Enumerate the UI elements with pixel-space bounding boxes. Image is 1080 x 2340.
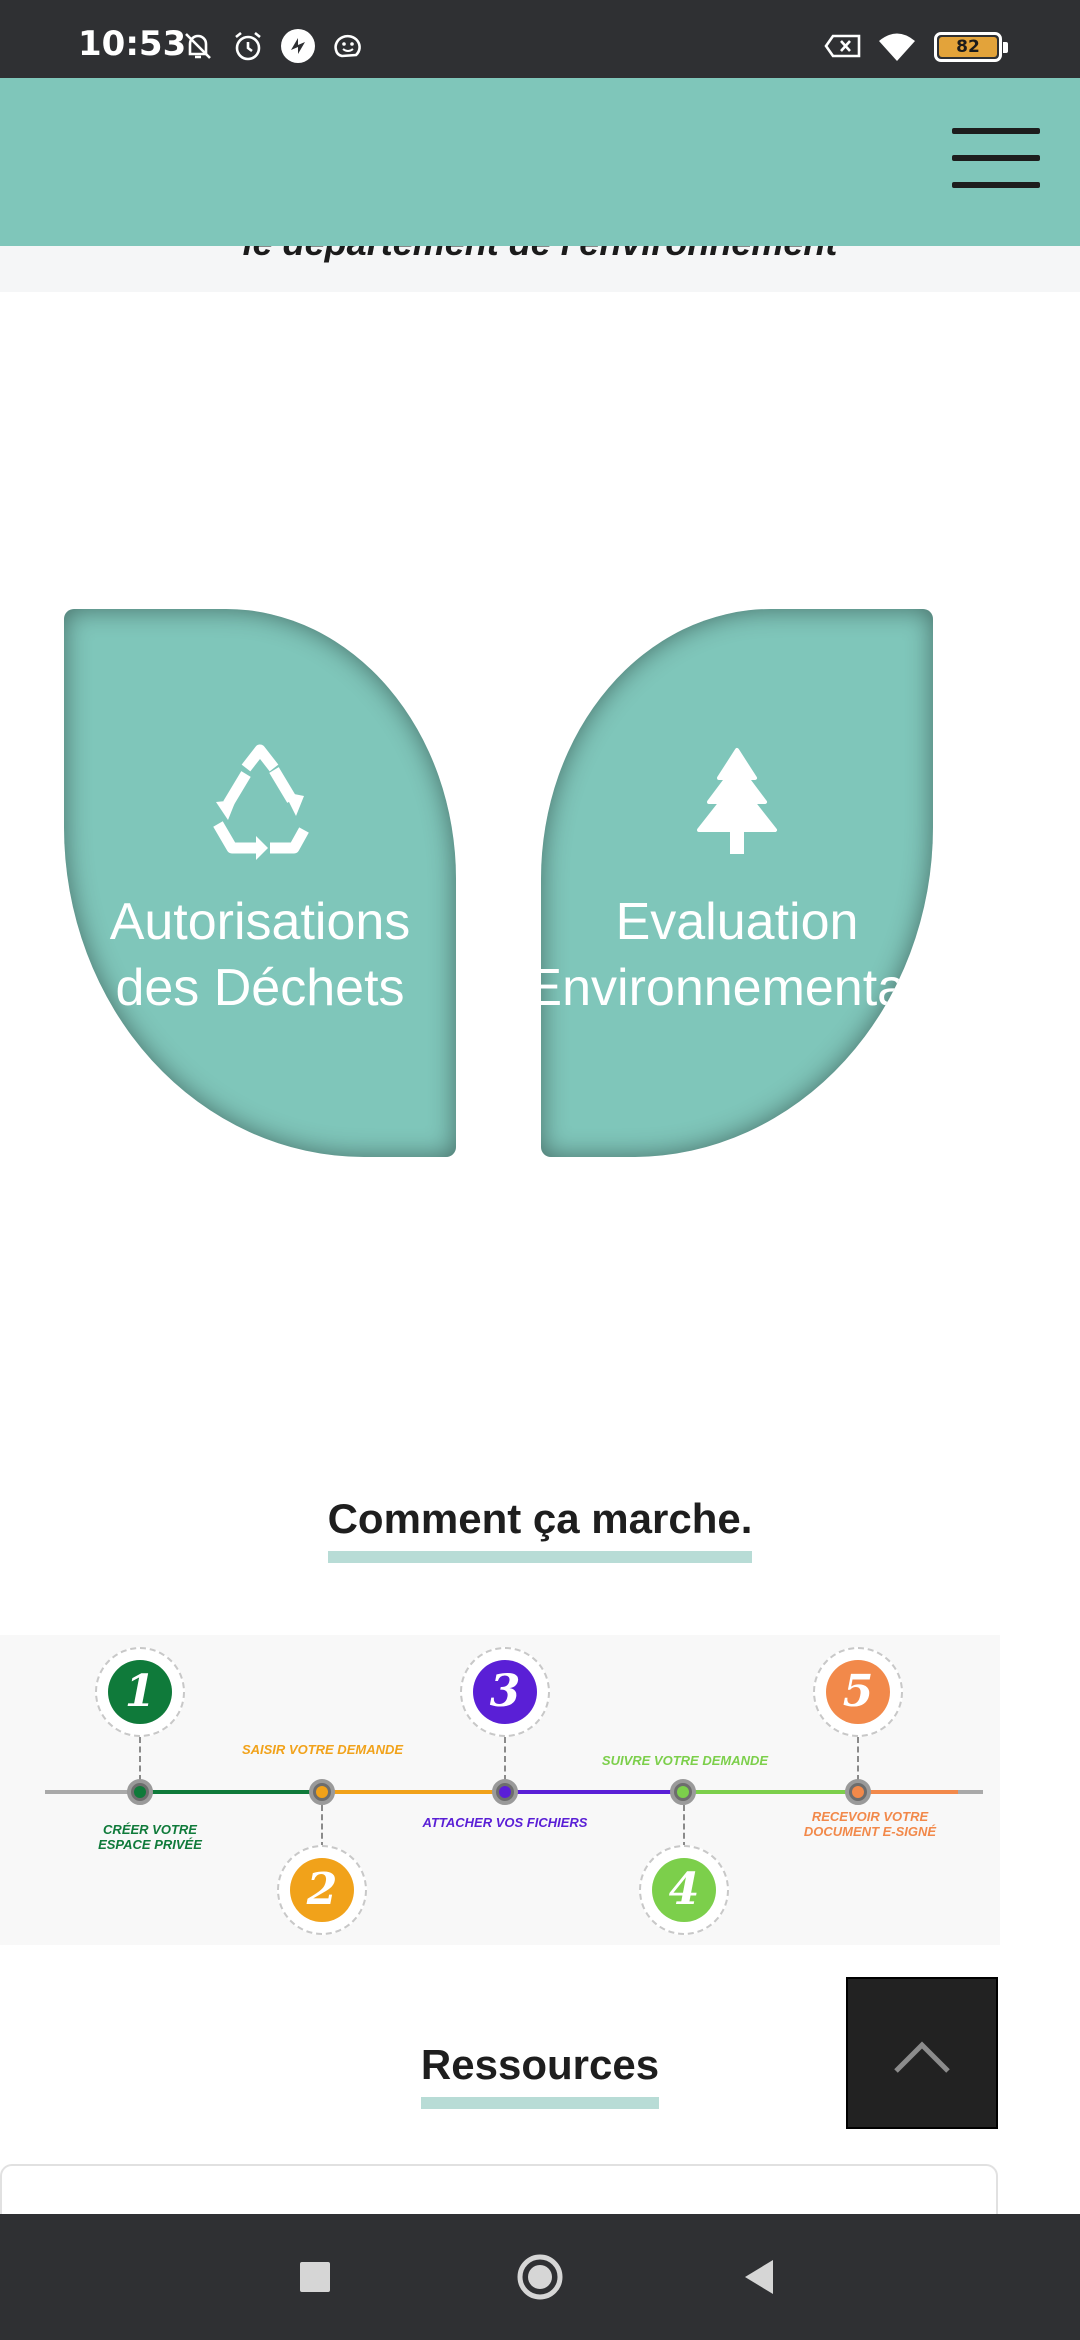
- step-4-badge: 4: [639, 1845, 729, 1935]
- home-circle-icon[interactable]: [515, 2252, 565, 2302]
- step-1-number: 1: [108, 1660, 172, 1724]
- system-nav-bar: [0, 2214, 1080, 2340]
- tree-icon: [697, 748, 777, 854]
- alarm-icon: [235, 31, 261, 61]
- hamburger-menu-icon[interactable]: [952, 128, 1040, 190]
- app-header: [0, 78, 1080, 246]
- step-3-badge: 3: [460, 1647, 550, 1737]
- step-5-number: 5: [826, 1660, 890, 1724]
- menu-bar-middle: [952, 155, 1040, 161]
- timeline-node: [127, 1779, 153, 1805]
- bell-off-icon: [185, 33, 211, 59]
- timeline-node: [309, 1779, 335, 1805]
- battery-level: 82: [939, 37, 997, 57]
- timeline-stem: [504, 1737, 506, 1781]
- page: 10:53 82 Autorisations des Déchets Evalu…: [0, 0, 1080, 2340]
- step-2-badge: 2: [277, 1845, 367, 1935]
- step-4-number: 4: [652, 1858, 716, 1922]
- recycle-icon: [213, 744, 309, 860]
- timeline-segment: [322, 1790, 505, 1794]
- timeline-stem: [857, 1737, 859, 1781]
- status-time: 10:53: [78, 24, 187, 64]
- timeline-node: [492, 1779, 518, 1805]
- battery-icon: 82: [934, 32, 1008, 62]
- step-1-badge: 1: [95, 1647, 185, 1737]
- sim-off-icon: [824, 34, 861, 58]
- step-3-label: Attacher vos fichiers: [422, 1815, 588, 1830]
- timeline-segment: [858, 1790, 958, 1794]
- process-timeline: 1 Créer votre espace privée Saisir votre…: [0, 1635, 1000, 1945]
- card-autorisations-dechets[interactable]: Autorisations des Déchets: [64, 609, 456, 1157]
- step-2-label: Saisir votre demande: [241, 1742, 404, 1757]
- timeline-segment: [45, 1790, 140, 1794]
- recents-square-icon[interactable]: [290, 2252, 340, 2302]
- step-1-label: Créer votre espace privée: [98, 1822, 202, 1852]
- card-title: Autorisations des Déchets: [109, 893, 411, 1017]
- resources-heading-text: Ressources: [420, 2041, 660, 2088]
- timeline-segment: [140, 1790, 322, 1794]
- menu-bar-bottom: [952, 182, 1040, 188]
- chevron-up-icon: [894, 2041, 950, 2073]
- timeline-node: [845, 1779, 871, 1805]
- timeline-segment: [505, 1790, 683, 1794]
- timeline-segment: [958, 1790, 983, 1794]
- menu-bar-top: [952, 128, 1040, 134]
- card-evaluation-environnementale[interactable]: Evaluation Environnementale: [541, 609, 933, 1157]
- resources-heading: Ressources: [420, 2041, 660, 2109]
- heading-underline: [420, 2097, 660, 2109]
- step-4-label: Suivre votre demande: [601, 1753, 769, 1768]
- waze-icon: [334, 34, 361, 58]
- timeline-stem: [139, 1737, 141, 1781]
- timeline-segment: [683, 1790, 858, 1794]
- card-title: Evaluation Environnementale: [541, 893, 933, 1017]
- step-5-label: Recevoir votre document e-signé: [803, 1809, 937, 1839]
- how-it-works-heading: Comment ça marche.: [327, 1495, 753, 1563]
- heading-underline: [327, 1551, 753, 1563]
- back-triangle-icon[interactable]: [735, 2252, 785, 2302]
- timeline-stem: [321, 1805, 323, 1848]
- step-3-number: 3: [473, 1660, 537, 1724]
- battery-tip: [1003, 42, 1008, 53]
- how-it-works-heading-wrap: Comment ça marche.: [0, 1495, 1080, 1563]
- vpn-icon: [281, 29, 315, 63]
- wifi-icon: [879, 33, 915, 61]
- step-2-number: 2: [290, 1858, 354, 1922]
- step-5-badge: 5: [813, 1647, 903, 1737]
- how-it-works-heading-text: Comment ça marche.: [327, 1495, 753, 1542]
- back-to-top-button[interactable]: [846, 1977, 998, 2129]
- status-bar: 10:53 82: [0, 0, 1080, 78]
- timeline-node: [670, 1779, 696, 1805]
- timeline-stem: [683, 1805, 685, 1848]
